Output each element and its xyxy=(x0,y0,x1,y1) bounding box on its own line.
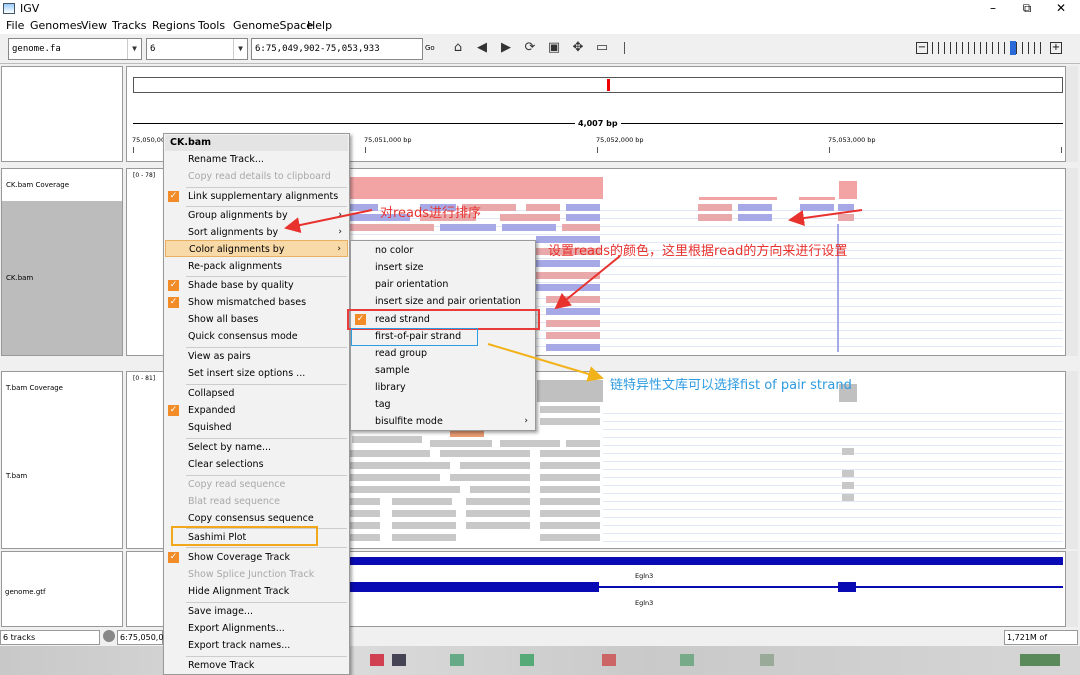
arrow-to-first-of-pair xyxy=(487,343,604,382)
annotation-arrows xyxy=(284,209,863,382)
arrow-to-read-strand xyxy=(554,255,621,310)
arrow-to-sort-menu xyxy=(284,209,373,233)
arrow-to-sorted-reads xyxy=(788,209,863,226)
